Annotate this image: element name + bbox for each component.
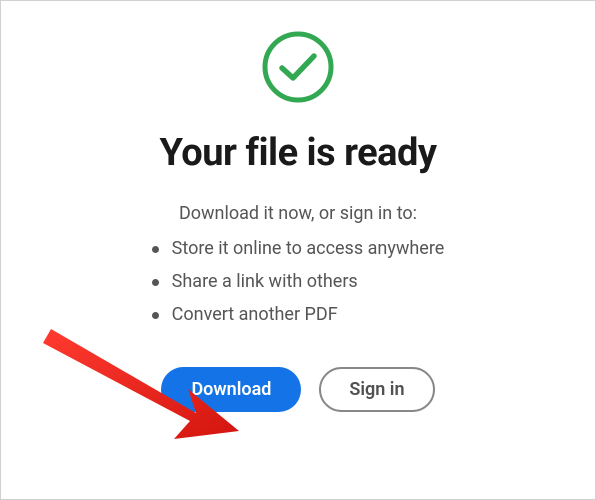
subtitle-text: Download it now, or sign in to: [179,203,417,224]
page-title: Your file is ready [159,131,436,175]
button-row: Download Sign in [161,367,434,412]
list-item: Store it online to access anywhere [152,238,445,259]
benefits-list: Store it online to access anywhere Share… [152,238,445,337]
checkmark-circle-icon [260,29,336,109]
signin-button[interactable]: Sign in [319,367,434,412]
list-item: Convert another PDF [152,304,445,325]
download-button[interactable]: Download [161,367,301,412]
list-item: Share a link with others [152,271,445,292]
